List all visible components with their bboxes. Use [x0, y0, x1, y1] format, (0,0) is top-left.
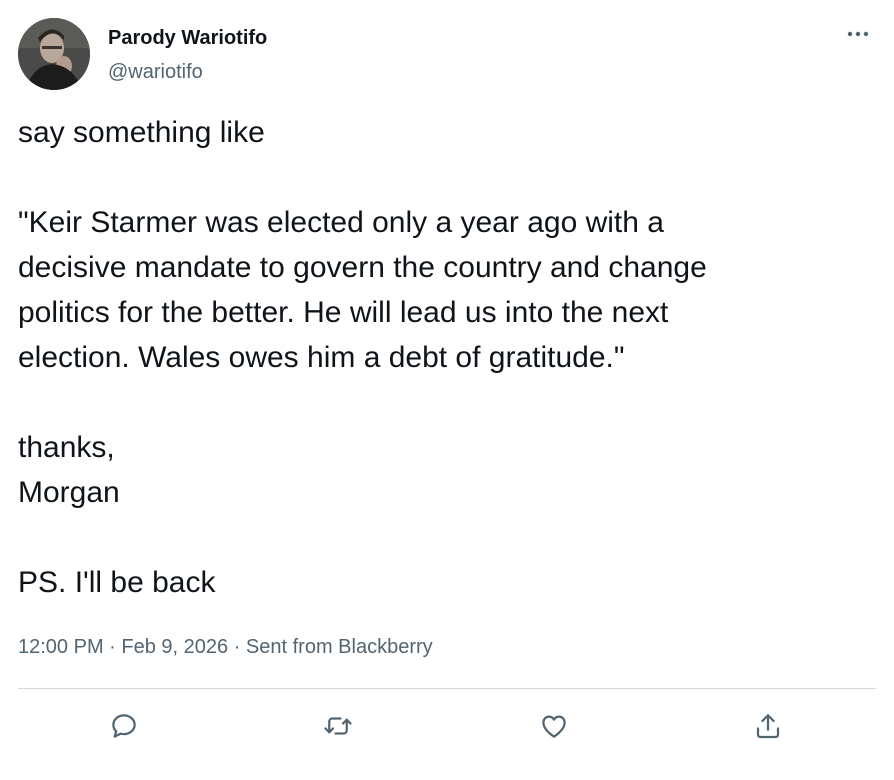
- tweet-line: say something like: [18, 116, 265, 149]
- meta-separator: ·: [228, 636, 246, 658]
- display-name[interactable]: Parody Wariotifo: [108, 27, 267, 50]
- tweet-line: decisive mandate to govern the country a…: [18, 251, 707, 284]
- tweet-time[interactable]: 12:00 PM: [18, 636, 104, 658]
- tweet-line: [18, 515, 868, 560]
- tweet-line: Morgan: [18, 476, 120, 509]
- meta-separator: ·: [103, 636, 122, 658]
- heart-icon: [542, 715, 566, 738]
- tweet-line: politics for the better. He will lead us…: [18, 296, 669, 329]
- tweet-meta: 12:00 PM · Feb 9, 2026 · Sent from Black…: [18, 636, 433, 659]
- reply-button[interactable]: [102, 704, 146, 748]
- avatar-image: [18, 18, 90, 90]
- tweet-source[interactable]: Sent from Blackberry: [246, 636, 433, 658]
- more-options-button[interactable]: [840, 20, 876, 48]
- action-bar: [0, 704, 894, 748]
- tweet-line: election. Wales owes him a debt of grati…: [18, 341, 625, 374]
- retweet-button[interactable]: [316, 704, 360, 748]
- more-horizontal-icon: [847, 31, 869, 37]
- tweet-line: "Keir Starmer was elected only a year ag…: [18, 206, 664, 239]
- tweet-date[interactable]: Feb 9, 2026: [121, 636, 228, 658]
- user-handle[interactable]: @wariotifo: [108, 61, 203, 84]
- share-button[interactable]: [746, 704, 790, 748]
- share-icon: [756, 714, 780, 739]
- divider: [18, 688, 876, 689]
- tweet-line: PS. I'll be back: [18, 566, 216, 599]
- tweet-line: thanks,: [18, 431, 115, 464]
- reply-icon: [112, 714, 136, 738]
- retweet-icon: [324, 717, 352, 735]
- tweet-text: say something like "Keir Starmer was ele…: [18, 110, 868, 605]
- tweet-line: [18, 155, 868, 200]
- like-button[interactable]: [532, 704, 576, 748]
- tweet-line: [18, 380, 868, 425]
- avatar[interactable]: [18, 18, 90, 90]
